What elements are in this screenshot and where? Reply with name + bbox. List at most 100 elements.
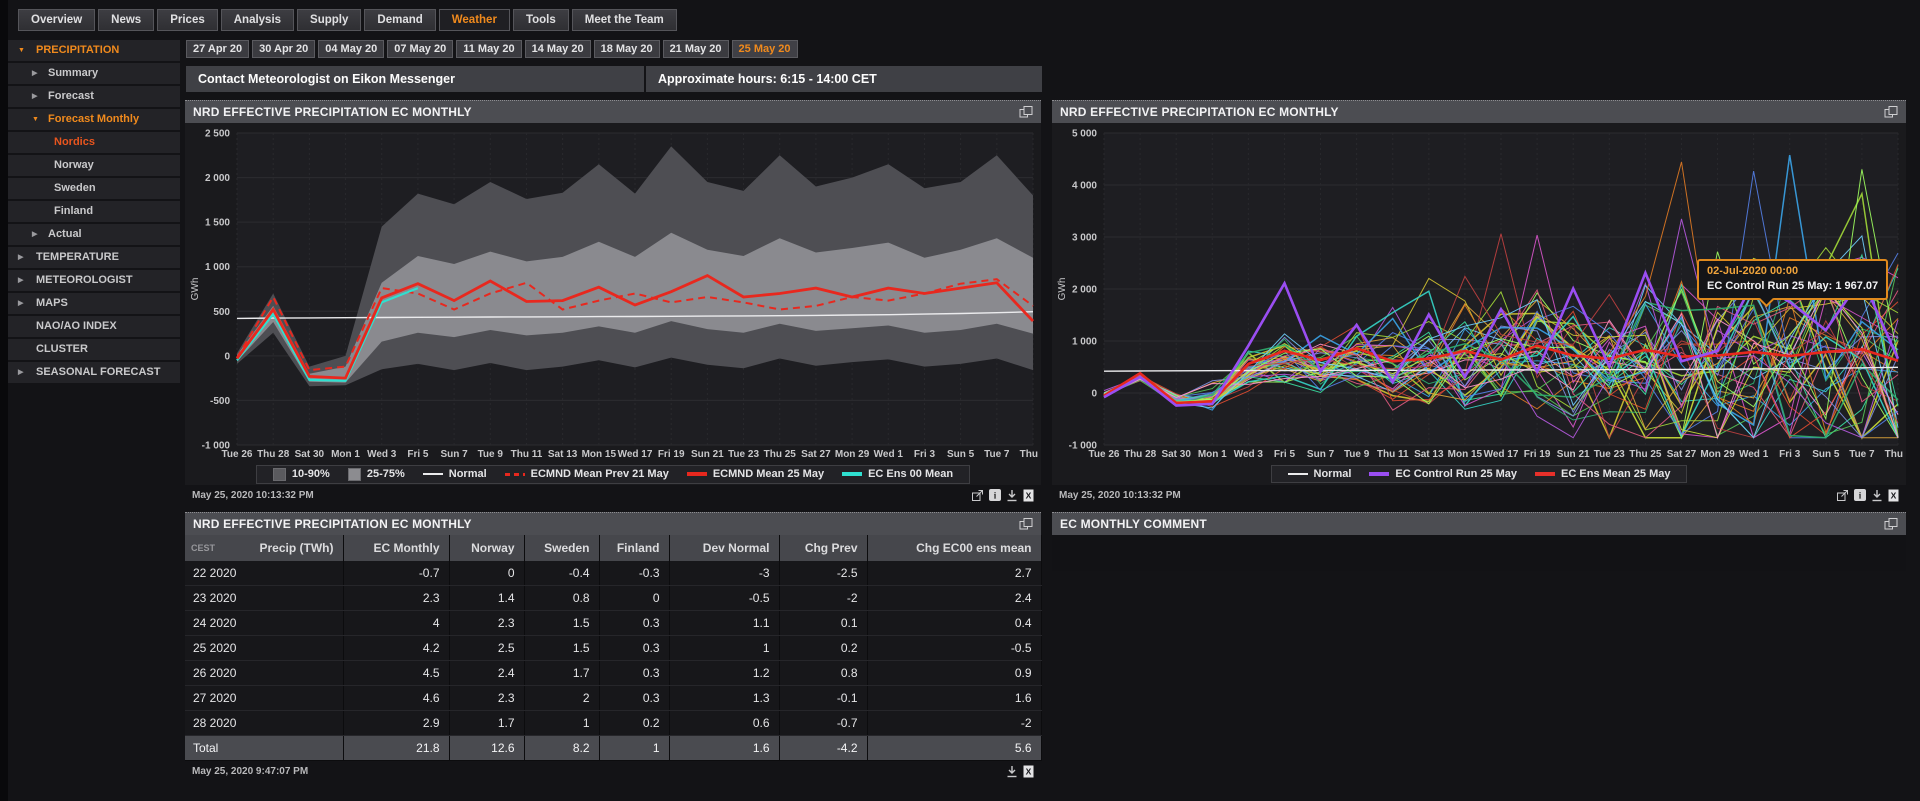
nav-item-prices[interactable]: Prices [157, 9, 218, 31]
sidebar-item-forecast[interactable]: ▶Forecast [8, 86, 180, 107]
legend-item-10-90: 10-90% [273, 468, 330, 481]
svg-text:5 000: 5 000 [1072, 129, 1097, 140]
cell-value: 4.5 [343, 661, 449, 686]
chevron-right-icon: ▶ [18, 270, 23, 291]
excel-icon[interactable]: X [1023, 489, 1034, 502]
date-tab-18-may-20[interactable]: 18 May 20 [594, 40, 660, 58]
nav-item-demand[interactable]: Demand [364, 9, 435, 31]
legend-label: Normal [1314, 468, 1352, 480]
cell-value: 4.6 [343, 686, 449, 711]
nav-item-analysis[interactable]: Analysis [221, 9, 294, 31]
cell-value: -4.2 [779, 736, 867, 761]
date-tab-04-may-20[interactable]: 04 May 20 [318, 40, 384, 58]
nav-item-weather[interactable]: Weather [439, 9, 510, 31]
sidebar-item-label: MAPS [8, 293, 180, 314]
cell-value: 2.4 [449, 661, 524, 686]
chart-tooltip: 02-Jul-2020 00:00 EC Control Run 25 May:… [1697, 259, 1888, 300]
download-icon[interactable] [1006, 489, 1018, 502]
sidebar-item-precipitation[interactable]: ▼PRECIPITATION [8, 40, 180, 61]
info-bar: Contact Meteorologist on Eikon Messenger… [186, 66, 1042, 92]
svg-text:Sat 27: Sat 27 [1667, 449, 1697, 460]
cell-value: 0.1 [779, 611, 867, 636]
download-icon[interactable] [1871, 489, 1883, 502]
legend-item-ec-ens-mean-25-may: EC Ens Mean 25 May [1535, 468, 1670, 480]
panel-title: EC MONTHLY COMMENT [1060, 517, 1207, 531]
sidebar-item-label: CLUSTER [8, 339, 180, 360]
cell-value: -0.7 [343, 561, 449, 586]
tooltip-date: 02-Jul-2020 00:00 [1707, 264, 1878, 279]
date-tab-25-may-20[interactable]: 25 May 20 [732, 40, 798, 58]
svg-text:X: X [1026, 490, 1032, 500]
sidebar-item-seasonal-forecast[interactable]: ▶SEASONAL FORECAST [8, 362, 180, 383]
sidebar-item-nordics[interactable]: Nordics [8, 132, 180, 153]
popout-icon[interactable] [1884, 518, 1898, 530]
panel-title: NRD EFFECTIVE PRECIPITATION EC MONTHLY [193, 105, 472, 119]
sidebar-item-actual[interactable]: ▶Actual [8, 224, 180, 245]
popout-icon[interactable] [1019, 106, 1033, 118]
sidebar: ▼PRECIPITATION▶Summary▶Forecast▼Forecast… [8, 40, 180, 383]
svg-text:2 000: 2 000 [205, 173, 230, 184]
cell-value: -3 [669, 561, 779, 586]
legend-label: ECMND Mean Prev 21 May [531, 468, 669, 480]
excel-icon[interactable]: X [1023, 765, 1034, 778]
timezone-label: CEST [191, 543, 215, 553]
info-icon[interactable]: i [989, 489, 1001, 501]
nav-item-overview[interactable]: Overview [18, 9, 95, 31]
cell-value: 0.9 [867, 661, 1041, 686]
date-tab-27-apr-20[interactable]: 27 Apr 20 [186, 40, 249, 58]
legend-item-ec-ens-00-mean: EC Ens 00 Mean [842, 468, 953, 480]
date-tab-11-may-20[interactable]: 11 May 20 [456, 40, 521, 58]
nav-item-news[interactable]: News [98, 9, 154, 31]
svg-text:Fri 3: Fri 3 [1779, 449, 1801, 460]
svg-text:Thu 25: Thu 25 [1629, 449, 1662, 460]
date-tab-07-may-20[interactable]: 07 May 20 [387, 40, 453, 58]
external-link-icon[interactable] [971, 489, 984, 502]
sidebar-item-meteorologist[interactable]: ▶METEOROLOGIST [8, 270, 180, 291]
svg-text:Thu 28: Thu 28 [257, 449, 290, 460]
popout-icon[interactable] [1019, 518, 1033, 530]
row-label: 22 2020 [185, 561, 343, 586]
nav-item-meet-the-team[interactable]: Meet the Team [572, 9, 677, 31]
svg-text:Tue 26: Tue 26 [222, 449, 253, 460]
download-icon[interactable] [1006, 765, 1018, 778]
external-link-icon[interactable] [1836, 489, 1849, 502]
sidebar-item-cluster[interactable]: CLUSTER [8, 339, 180, 360]
cell-value: 4 [343, 611, 449, 636]
sidebar-item-forecast-monthly[interactable]: ▼Forecast Monthly [8, 109, 180, 130]
sidebar-item-finland[interactable]: Finland [8, 201, 180, 222]
cell-value: 0.3 [599, 686, 669, 711]
date-tab-30-apr-20[interactable]: 30 Apr 20 [252, 40, 315, 58]
sidebar-item-maps[interactable]: ▶MAPS [8, 293, 180, 314]
sidebar-item-summary[interactable]: ▶Summary [8, 63, 180, 84]
nav-item-supply[interactable]: Supply [297, 9, 361, 31]
svg-text:X: X [1026, 766, 1032, 776]
popout-icon[interactable] [1884, 106, 1898, 118]
application-window: OverviewNewsPricesAnalysisSupplyDemandWe… [0, 0, 1920, 801]
sidebar-item-sweden[interactable]: Sweden [8, 178, 180, 199]
svg-text:500: 500 [213, 307, 230, 318]
legend-swatch [687, 472, 707, 476]
sidebar-item-temperature[interactable]: ▶TEMPERATURE [8, 247, 180, 268]
chart-area: 5 0004 0003 0002 0001 0000-1 000Tue 26Th… [1052, 123, 1906, 463]
legend-swatch [842, 472, 862, 476]
cell-value: 1.1 [669, 611, 779, 636]
cell-value: 0.3 [599, 661, 669, 686]
legend-item-ecmnd-mean-prev-21-may: ECMND Mean Prev 21 May [505, 468, 669, 480]
fan-chart[interactable]: 2 5002 0001 5001 0005000-500-1 000Tue 26… [187, 123, 1039, 463]
chevron-right-icon: ▶ [18, 362, 23, 383]
sidebar-item-norway[interactable]: Norway [8, 155, 180, 176]
column-header-ec-monthly: EC Monthly [343, 535, 449, 561]
excel-icon[interactable]: X [1888, 489, 1899, 502]
column-header-chg-ec00-ens-mean: Chg EC00 ens mean [867, 535, 1041, 561]
svg-text:4 000: 4 000 [1072, 181, 1097, 192]
legend-swatch [1535, 472, 1555, 476]
svg-text:Thu 9: Thu 9 [1885, 449, 1904, 460]
svg-text:Tue 9: Tue 9 [478, 449, 504, 460]
info-icon[interactable]: i [1854, 489, 1866, 501]
nav-item-tools[interactable]: Tools [513, 9, 569, 31]
date-tab-14-may-20[interactable]: 14 May 20 [525, 40, 591, 58]
sidebar-item-nao-ao-index[interactable]: NAO/AO INDEX [8, 316, 180, 337]
date-tab-21-may-20[interactable]: 21 May 20 [663, 40, 729, 58]
svg-text:Fri 5: Fri 5 [407, 449, 429, 460]
cell-value: 2.9 [343, 711, 449, 736]
